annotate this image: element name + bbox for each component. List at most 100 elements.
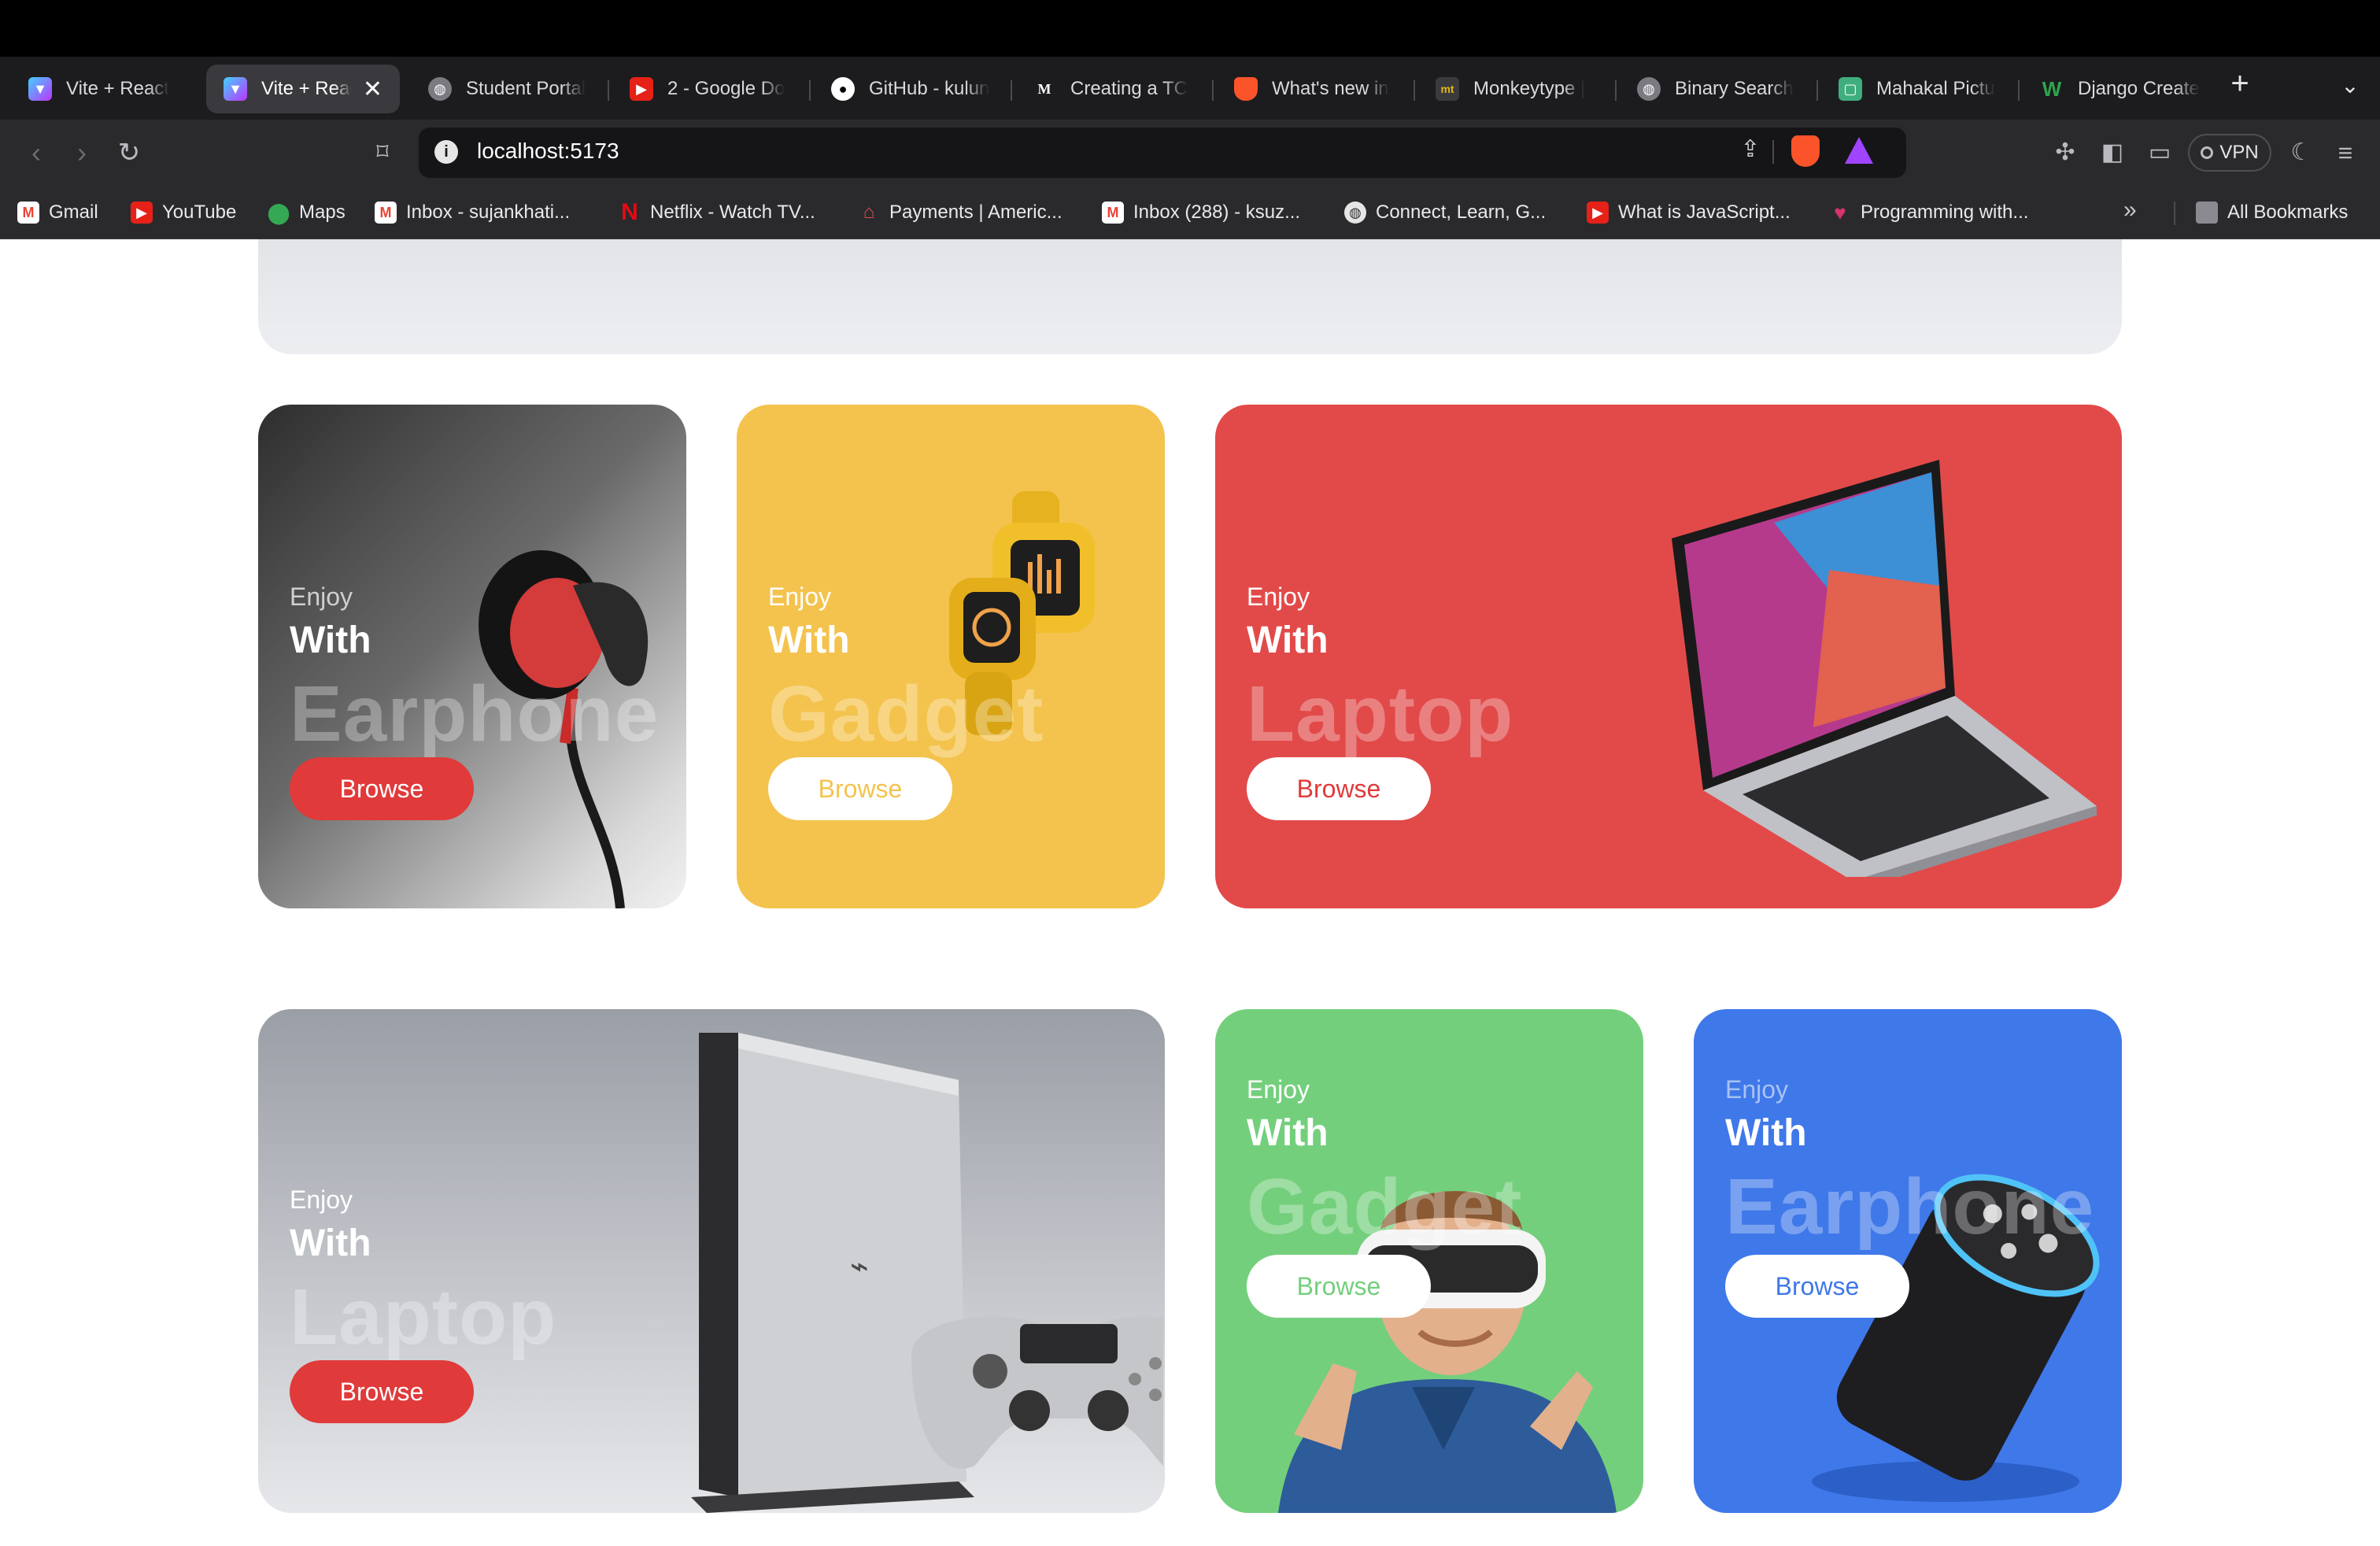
all-bookmarks[interactable]: All Bookmarks — [2196, 197, 2348, 228]
bookmark-label: All Bookmarks — [2227, 202, 2349, 223]
bookmark-payments[interactable]: ⌂ Payments | Americ... — [858, 197, 1062, 228]
globe-icon: ◍ — [1637, 77, 1661, 101]
hero-banner — [258, 239, 2122, 354]
forward-icon[interactable]: › — [65, 135, 99, 170]
close-tab-icon[interactable]: ✕ — [352, 76, 382, 103]
card-with-text: With — [1247, 620, 1329, 661]
browse-button[interactable]: Browse — [290, 1360, 474, 1423]
bookmark-youtube[interactable]: ▶ YouTube — [131, 197, 236, 228]
bookmark-connect-learn[interactable]: ◍ Connect, Learn, G... — [1344, 197, 1546, 228]
svg-text:⌁: ⌁ — [850, 1248, 869, 1285]
browse-button[interactable]: Browse — [1247, 1255, 1431, 1318]
back-icon[interactable]: ‹ — [19, 135, 54, 170]
youtube-icon: ▶ — [630, 77, 653, 101]
brave-rewards-icon[interactable] — [1845, 137, 1873, 164]
bookmark-programming[interactable]: ♥ Programming with... — [1829, 197, 2028, 228]
tab-separator — [1816, 80, 1818, 101]
browse-button[interactable]: Browse — [1725, 1255, 1909, 1318]
bookmark-inbox-sujan[interactable]: M Inbox - sujankhati... — [375, 197, 570, 228]
bookmark-netflix[interactable]: N Netflix - Watch TV... — [619, 197, 815, 228]
card-title: Gadget — [768, 670, 1044, 758]
bookmark-inbox-ksuz[interactable]: M Inbox (288) - ksuz... — [1102, 197, 1300, 228]
bookmark-label: YouTube — [162, 202, 237, 223]
category-card-vr[interactable]: Enjoy With Gadget Browse — [1215, 1009, 1643, 1513]
brave-shield-icon[interactable] — [1791, 135, 1820, 167]
card-title: Earphone — [290, 670, 660, 758]
category-card-console[interactable]: ⌁ Enjoy With Laptop Browse — [258, 1009, 1165, 1513]
bookmark-gmail[interactable]: M Gmail — [17, 197, 98, 228]
tab-binary-search[interactable]: ◍ Binary Search — [1620, 65, 1816, 113]
sidebar-icon[interactable]: ◧ — [2095, 135, 2130, 170]
card-enjoy-text: Enjoy — [290, 583, 353, 611]
browse-button[interactable]: Browse — [1247, 757, 1431, 820]
tab-django[interactable]: W Django Create — [2023, 65, 2219, 113]
github-icon: ● — [831, 77, 855, 101]
tab-title: Vite + React — [261, 78, 352, 99]
card-title: Gadget — [1247, 1163, 1523, 1251]
bookmark-maps[interactable]: ⬤ Maps — [267, 197, 346, 228]
more-bookmarks-icon[interactable]: » — [2123, 197, 2137, 224]
gmail-icon: M — [1102, 202, 1124, 224]
tab-title: Vite + React — [66, 78, 169, 99]
new-tab-button[interactable]: + — [2223, 68, 2257, 102]
tab-student-portal[interactable]: ◍ Student Portal — [411, 65, 608, 113]
tab-medium[interactable]: M Creating a TC — [1015, 65, 1212, 113]
menu-icon[interactable]: ≡ — [2328, 135, 2363, 170]
reload-icon[interactable]: ↻ — [112, 135, 146, 170]
share-icon[interactable]: ⇪ — [1736, 135, 1765, 167]
category-card-gadget[interactable]: Enjoy With Gadget Browse — [737, 405, 1165, 908]
tab-title: Monkeytype | — [1473, 78, 1586, 99]
bookmark-icon[interactable]: ⌑ — [365, 135, 400, 170]
tab-title: GitHub - kulun — [869, 78, 990, 99]
tab-title: Creating a TC — [1070, 78, 1188, 99]
tab-github[interactable]: ● GitHub - kulun — [814, 65, 1011, 113]
maps-icon: ⬤ — [267, 200, 290, 224]
bookmarks-divider — [2174, 202, 2175, 225]
card-with-text: With — [768, 620, 850, 661]
monkeytype-icon: mt — [1436, 77, 1459, 101]
card-enjoy-text: Enjoy — [290, 1185, 353, 1214]
bookmark-label: Connect, Learn, G... — [1376, 202, 1547, 223]
chevron-down-icon[interactable]: ⌄ — [2334, 72, 2366, 104]
bookmark-label: Netflix - Watch TV... — [650, 202, 815, 223]
bookmark-label: What is JavaScript... — [1618, 202, 1791, 223]
tab-title: 2 - Google Do — [667, 78, 785, 99]
card-enjoy-text: Enjoy — [768, 583, 832, 611]
category-card-speaker[interactable]: Enjoy With Earphone Browse — [1694, 1009, 2122, 1513]
tab-separator — [809, 80, 811, 101]
url-text[interactable]: localhost:5173 — [477, 139, 619, 164]
tab-separator — [1615, 80, 1617, 101]
tab-brave-whats-new[interactable]: What's new in — [1217, 65, 1414, 113]
tab-vite-react-1[interactable]: ▼ Vite + React — [11, 65, 201, 113]
youtube-icon: ▶ — [131, 202, 153, 224]
bookmark-what-is-js[interactable]: ▶ What is JavaScript... — [1587, 197, 1791, 228]
card-title: Laptop — [1247, 670, 1514, 758]
info-icon[interactable]: i — [434, 140, 458, 164]
leo-icon[interactable]: ☾ — [2284, 135, 2319, 170]
category-card-earphone[interactable]: Enjoy With Earphone Browse — [258, 405, 686, 908]
card-title: Earphone — [1725, 1163, 2095, 1251]
tab-title: Binary Search — [1675, 78, 1794, 99]
gmail-icon: M — [375, 202, 397, 224]
menu-bar — [0, 0, 2380, 57]
extensions-icon[interactable]: ✣ — [2048, 135, 2082, 170]
browse-button[interactable]: Browse — [768, 757, 952, 820]
category-card-laptop[interactable]: Enjoy With Laptop Browse — [1215, 405, 2122, 908]
tab-google-docs[interactable]: ▶ 2 - Google Do — [612, 65, 809, 113]
payments-icon: ⌂ — [863, 202, 875, 223]
bookmark-label: Programming with... — [1861, 202, 2029, 223]
wallet-icon[interactable]: ▭ — [2142, 135, 2177, 170]
browse-button[interactable]: Browse — [290, 757, 474, 820]
w-icon: W — [2042, 76, 2062, 101]
tab-strip: ▼ Vite + React ▼ Vite + React ✕ ◍ Studen… — [0, 57, 2380, 120]
vite-icon: ▼ — [28, 77, 52, 101]
game-console-image: ⌁ — [691, 1033, 1163, 1513]
tab-vite-react-active[interactable]: ▼ Vite + React ✕ — [206, 65, 400, 113]
tab-monkeytype[interactable]: mt Monkeytype | — [1418, 65, 1615, 113]
tab-mahakal[interactable]: ▢ Mahakal Pictu — [1821, 65, 2018, 113]
tab-separator — [2018, 80, 2020, 101]
bookmark-label: Maps — [299, 202, 346, 223]
address-bar[interactable] — [419, 128, 1906, 178]
vpn-button[interactable]: VPN — [2188, 134, 2271, 172]
tab-title: Student Portal — [466, 78, 586, 99]
